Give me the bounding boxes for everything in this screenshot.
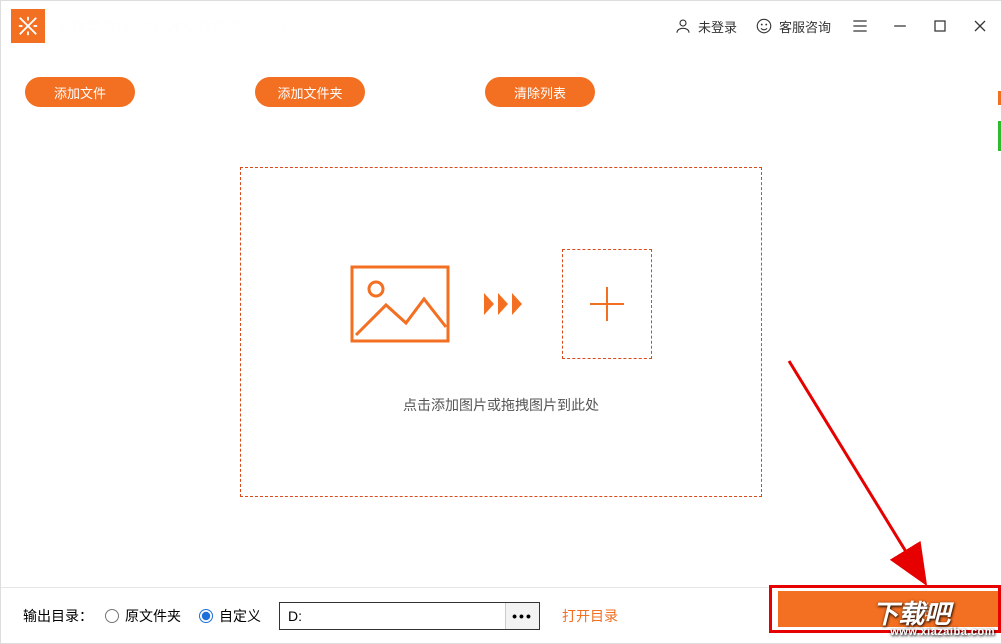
support-link[interactable]: 客服咨询 — [755, 17, 831, 36]
user-icon — [674, 17, 692, 35]
minimize-icon — [890, 16, 910, 36]
add-file-button[interactable]: 添加文件 — [25, 77, 135, 107]
minimize-button[interactable] — [889, 15, 911, 37]
toolbar: 添加文件 添加文件夹 清除列表 — [1, 51, 1001, 107]
close-button[interactable] — [969, 15, 991, 37]
add-target-box — [562, 249, 652, 359]
close-icon — [970, 16, 990, 36]
radio-custom[interactable]: 自定义 — [199, 606, 261, 626]
app-icon — [11, 9, 45, 43]
add-folder-button[interactable]: 添加文件夹 — [255, 77, 365, 107]
menu-button[interactable] — [849, 15, 871, 37]
path-input[interactable] — [280, 603, 505, 629]
open-dir-link[interactable]: 打开目录 — [562, 606, 618, 626]
login-status[interactable]: 未登录 — [674, 17, 737, 36]
drop-area[interactable]: 点击添加图片或拖拽图片到此处 — [240, 167, 762, 497]
arrow-right-icon — [484, 289, 528, 319]
start-button[interactable]: 开始 — [778, 591, 998, 627]
drop-illustration — [350, 249, 652, 359]
radio-original-folder[interactable]: 原文件夹 — [105, 606, 181, 626]
login-status-label: 未登录 — [698, 17, 737, 36]
drop-hint: 点击添加图片或拖拽图片到此处 — [403, 395, 599, 415]
radio-custom-label: 自定义 — [219, 606, 261, 626]
hamburger-icon — [850, 16, 870, 36]
support-label: 客服咨询 — [779, 17, 831, 36]
app-title: 云橙苹果HEIC转JPG转换器 v3.2.1 — [57, 16, 287, 37]
output-dir-label: 输出目录： — [23, 606, 93, 626]
plus-icon — [588, 285, 626, 323]
start-highlight-box: 开始 — [769, 585, 1001, 633]
radio-custom-input[interactable] — [199, 609, 213, 623]
maximize-button[interactable] — [929, 15, 951, 37]
path-field: ••• — [279, 602, 540, 630]
smile-icon — [755, 17, 773, 35]
image-placeholder-icon — [350, 265, 450, 343]
clear-list-button[interactable]: 清除列表 — [485, 77, 595, 107]
annotation-arrow — [779, 351, 949, 601]
browse-button[interactable]: ••• — [505, 603, 539, 629]
maximize-icon — [930, 16, 950, 36]
radio-original-folder-input[interactable] — [105, 609, 119, 623]
title-bar: 云橙苹果HEIC转JPG转换器 v3.2.1 未登录 客服咨询 — [1, 1, 1001, 51]
radio-original-folder-label: 原文件夹 — [125, 606, 181, 626]
